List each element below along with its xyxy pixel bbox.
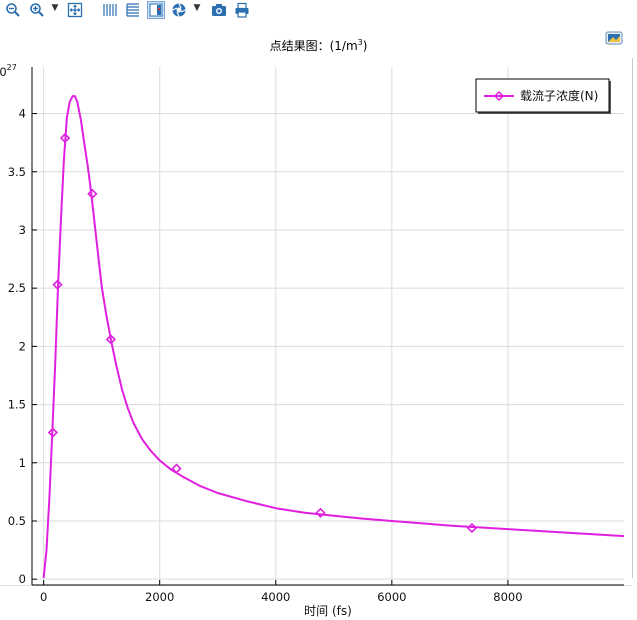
y-tick-label: 3.5 xyxy=(8,165,26,179)
y-tick-label: 0.5 xyxy=(8,514,26,528)
y-tick-label: 3 xyxy=(19,223,26,237)
legend-label: 载流子浓度(N) xyxy=(520,88,598,103)
y-tick-label: 2.5 xyxy=(8,281,26,295)
y-tick-label: 0 xyxy=(19,572,26,586)
line-chart: 0200040006000800000.511.522.533.54 1027 … xyxy=(0,63,625,618)
x-tick-label: 4000 xyxy=(261,590,290,604)
x-tick-label: 0 xyxy=(40,590,47,604)
y-tick-label: 1.5 xyxy=(8,398,26,412)
x-tick-label: 6000 xyxy=(377,590,406,604)
x-axis-label: 时间 (fs) xyxy=(304,604,352,618)
legend[interactable]: 载流子浓度(N) xyxy=(475,78,611,114)
y-exponent-label: 1027 xyxy=(0,63,17,79)
x-tick-label: 8000 xyxy=(493,590,522,604)
y-tick-label: 4 xyxy=(19,107,26,121)
y-tick-label: 2 xyxy=(19,339,26,353)
x-tick-label: 2000 xyxy=(145,590,174,604)
y-tick-label: 1 xyxy=(19,456,26,470)
plot-area xyxy=(32,67,624,585)
